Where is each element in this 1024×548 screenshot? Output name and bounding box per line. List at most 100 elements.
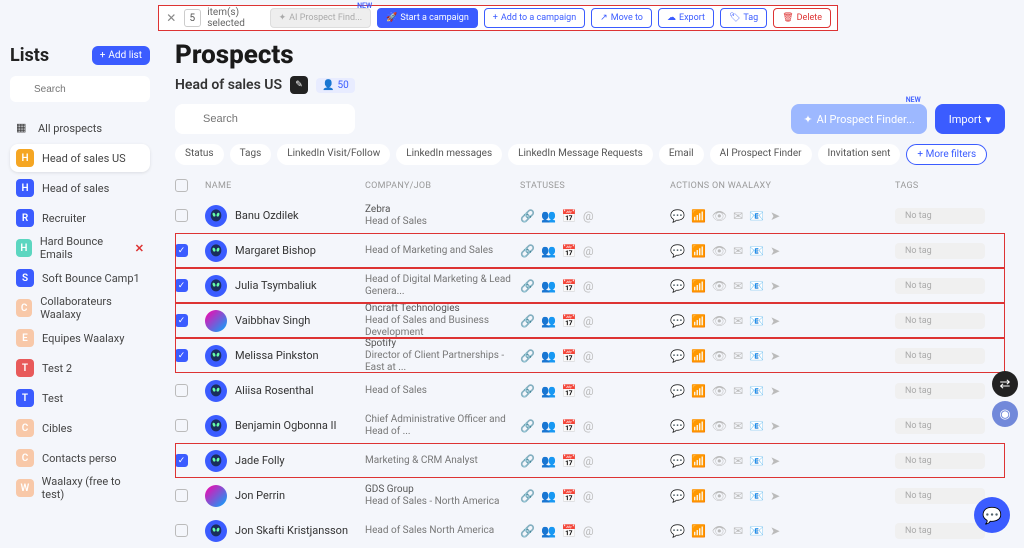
prospect-search-input[interactable]	[175, 104, 355, 134]
rss-icon[interactable]: 📶	[691, 489, 706, 503]
link-icon[interactable]: 🔗	[520, 349, 535, 363]
at-icon[interactable]: @	[583, 419, 594, 433]
no-tag-button[interactable]: No tag	[895, 208, 985, 224]
filter-chip[interactable]: AI Prospect Finder	[710, 144, 812, 165]
chat-icon[interactable]: 💬	[670, 349, 685, 363]
add-to-campaign-button[interactable]: + Add to a campaign	[484, 8, 585, 28]
table-row[interactable]: Melissa PinkstonSpotifyDirector of Clien…	[175, 338, 1005, 373]
link-icon[interactable]: 🔗	[520, 524, 535, 538]
rss-icon[interactable]: 📶	[691, 454, 706, 468]
chat-icon[interactable]: 💬	[670, 489, 685, 503]
people-icon[interactable]: 👥	[541, 244, 556, 258]
filter-chip[interactable]: LinkedIn Message Requests	[508, 144, 653, 165]
calendar-icon[interactable]: 📅	[562, 454, 577, 468]
people-icon[interactable]: 👥	[541, 419, 556, 433]
send-icon[interactable]: ➤	[770, 384, 780, 398]
sidebar-item[interactable]: HHead of sales	[10, 174, 150, 202]
send-icon[interactable]: ➤	[770, 489, 780, 503]
rss-icon[interactable]: 📶	[691, 244, 706, 258]
people-icon[interactable]: 👥	[541, 279, 556, 293]
people-icon[interactable]: 👥	[541, 384, 556, 398]
row-checkbox[interactable]	[175, 279, 188, 292]
chat-icon[interactable]: 💬	[670, 314, 685, 328]
link-icon[interactable]: 🔗	[520, 209, 535, 223]
calendar-icon[interactable]: 📅	[562, 384, 577, 398]
rss-icon[interactable]: 📶	[691, 279, 706, 293]
at-icon[interactable]: @	[583, 209, 594, 223]
no-tag-button[interactable]: No tag	[895, 243, 985, 259]
at-icon[interactable]: @	[583, 454, 594, 468]
calendar-icon[interactable]: 📅	[562, 489, 577, 503]
send-icon[interactable]: ➤	[770, 279, 780, 293]
eye-icon[interactable]: 👁	[712, 524, 727, 538]
link-icon[interactable]: 🔗	[520, 384, 535, 398]
envelope-icon[interactable]: 📧	[749, 279, 764, 293]
sidebar-all-prospects[interactable]: ▦ All prospects	[10, 114, 150, 142]
link-icon[interactable]: 🔗	[520, 244, 535, 258]
people-icon[interactable]: 👥	[541, 209, 556, 223]
add-list-button[interactable]: + Add list	[92, 46, 150, 65]
chat-icon[interactable]: 💬	[670, 384, 685, 398]
table-row[interactable]: Jade FollyMarketing & CRM Analyst🔗👥📅@💬📶👁…	[175, 443, 1005, 478]
eye-icon[interactable]: 👁	[712, 384, 727, 398]
no-tag-button[interactable]: No tag	[895, 523, 985, 539]
mail-icon[interactable]: ✉	[733, 209, 743, 223]
send-icon[interactable]: ➤	[770, 209, 780, 223]
mail-icon[interactable]: ✉	[733, 314, 743, 328]
row-checkbox[interactable]	[175, 489, 188, 502]
no-tag-button[interactable]: No tag	[895, 453, 985, 469]
mail-icon[interactable]: ✉	[733, 384, 743, 398]
at-icon[interactable]: @	[583, 384, 594, 398]
row-checkbox[interactable]	[175, 349, 188, 362]
export-button[interactable]: ☁ Export	[658, 8, 714, 28]
calendar-icon[interactable]: 📅	[562, 244, 577, 258]
chat-icon[interactable]: 💬	[670, 209, 685, 223]
rss-icon[interactable]: 📶	[691, 524, 706, 538]
chat-icon[interactable]: 💬	[670, 454, 685, 468]
sidebar-search-input[interactable]	[10, 76, 150, 102]
at-icon[interactable]: @	[583, 489, 594, 503]
no-tag-button[interactable]: No tag	[895, 488, 985, 504]
row-checkbox[interactable]	[175, 209, 188, 222]
mail-icon[interactable]: ✉	[733, 489, 743, 503]
sidebar-item[interactable]: CContacts perso	[10, 444, 150, 472]
people-icon[interactable]: 👥	[541, 454, 556, 468]
rss-icon[interactable]: 📶	[691, 384, 706, 398]
filter-chip[interactable]: LinkedIn Visit/Follow	[277, 144, 390, 165]
link-icon[interactable]: 🔗	[520, 419, 535, 433]
sidebar-item[interactable]: RRecruiter	[10, 204, 150, 232]
filter-chip[interactable]: Invitation sent	[818, 144, 901, 165]
eye-icon[interactable]: 👁	[712, 209, 727, 223]
rss-icon[interactable]: 📶	[691, 314, 706, 328]
mail-icon[interactable]: ✉	[733, 279, 743, 293]
import-button[interactable]: Import ▾	[935, 104, 1005, 134]
delete-button[interactable]: 🗑 Delete	[773, 8, 831, 28]
tag-button[interactable]: 🏷 Tag	[720, 8, 767, 28]
envelope-icon[interactable]: 📧	[749, 209, 764, 223]
envelope-icon[interactable]: 📧	[749, 489, 764, 503]
link-icon[interactable]: 🔗	[520, 314, 535, 328]
envelope-icon[interactable]: 📧	[749, 524, 764, 538]
sidebar-item[interactable]: CCollaborateurs Waalaxy	[10, 294, 150, 322]
edit-button[interactable]: ✎	[290, 76, 308, 94]
at-icon[interactable]: @	[583, 244, 594, 258]
link-icon[interactable]: 🔗	[520, 279, 535, 293]
no-tag-button[interactable]: No tag	[895, 418, 985, 434]
people-icon[interactable]: 👥	[541, 349, 556, 363]
floating-discord-button[interactable]: ◉	[992, 401, 1018, 427]
people-icon[interactable]: 👥	[541, 314, 556, 328]
envelope-icon[interactable]: 📧	[749, 314, 764, 328]
send-icon[interactable]: ➤	[770, 314, 780, 328]
eye-icon[interactable]: 👁	[712, 314, 727, 328]
at-icon[interactable]: @	[583, 314, 594, 328]
close-icon[interactable]: ✕	[165, 10, 178, 26]
mail-icon[interactable]: ✉	[733, 419, 743, 433]
at-icon[interactable]: @	[583, 524, 594, 538]
floating-help-button[interactable]: ⇄	[992, 371, 1018, 397]
send-icon[interactable]: ➤	[770, 454, 780, 468]
more-filters-button[interactable]: + More filters	[906, 144, 987, 165]
rss-icon[interactable]: 📶	[691, 419, 706, 433]
mail-icon[interactable]: ✉	[733, 349, 743, 363]
envelope-icon[interactable]: 📧	[749, 419, 764, 433]
send-icon[interactable]: ➤	[770, 244, 780, 258]
